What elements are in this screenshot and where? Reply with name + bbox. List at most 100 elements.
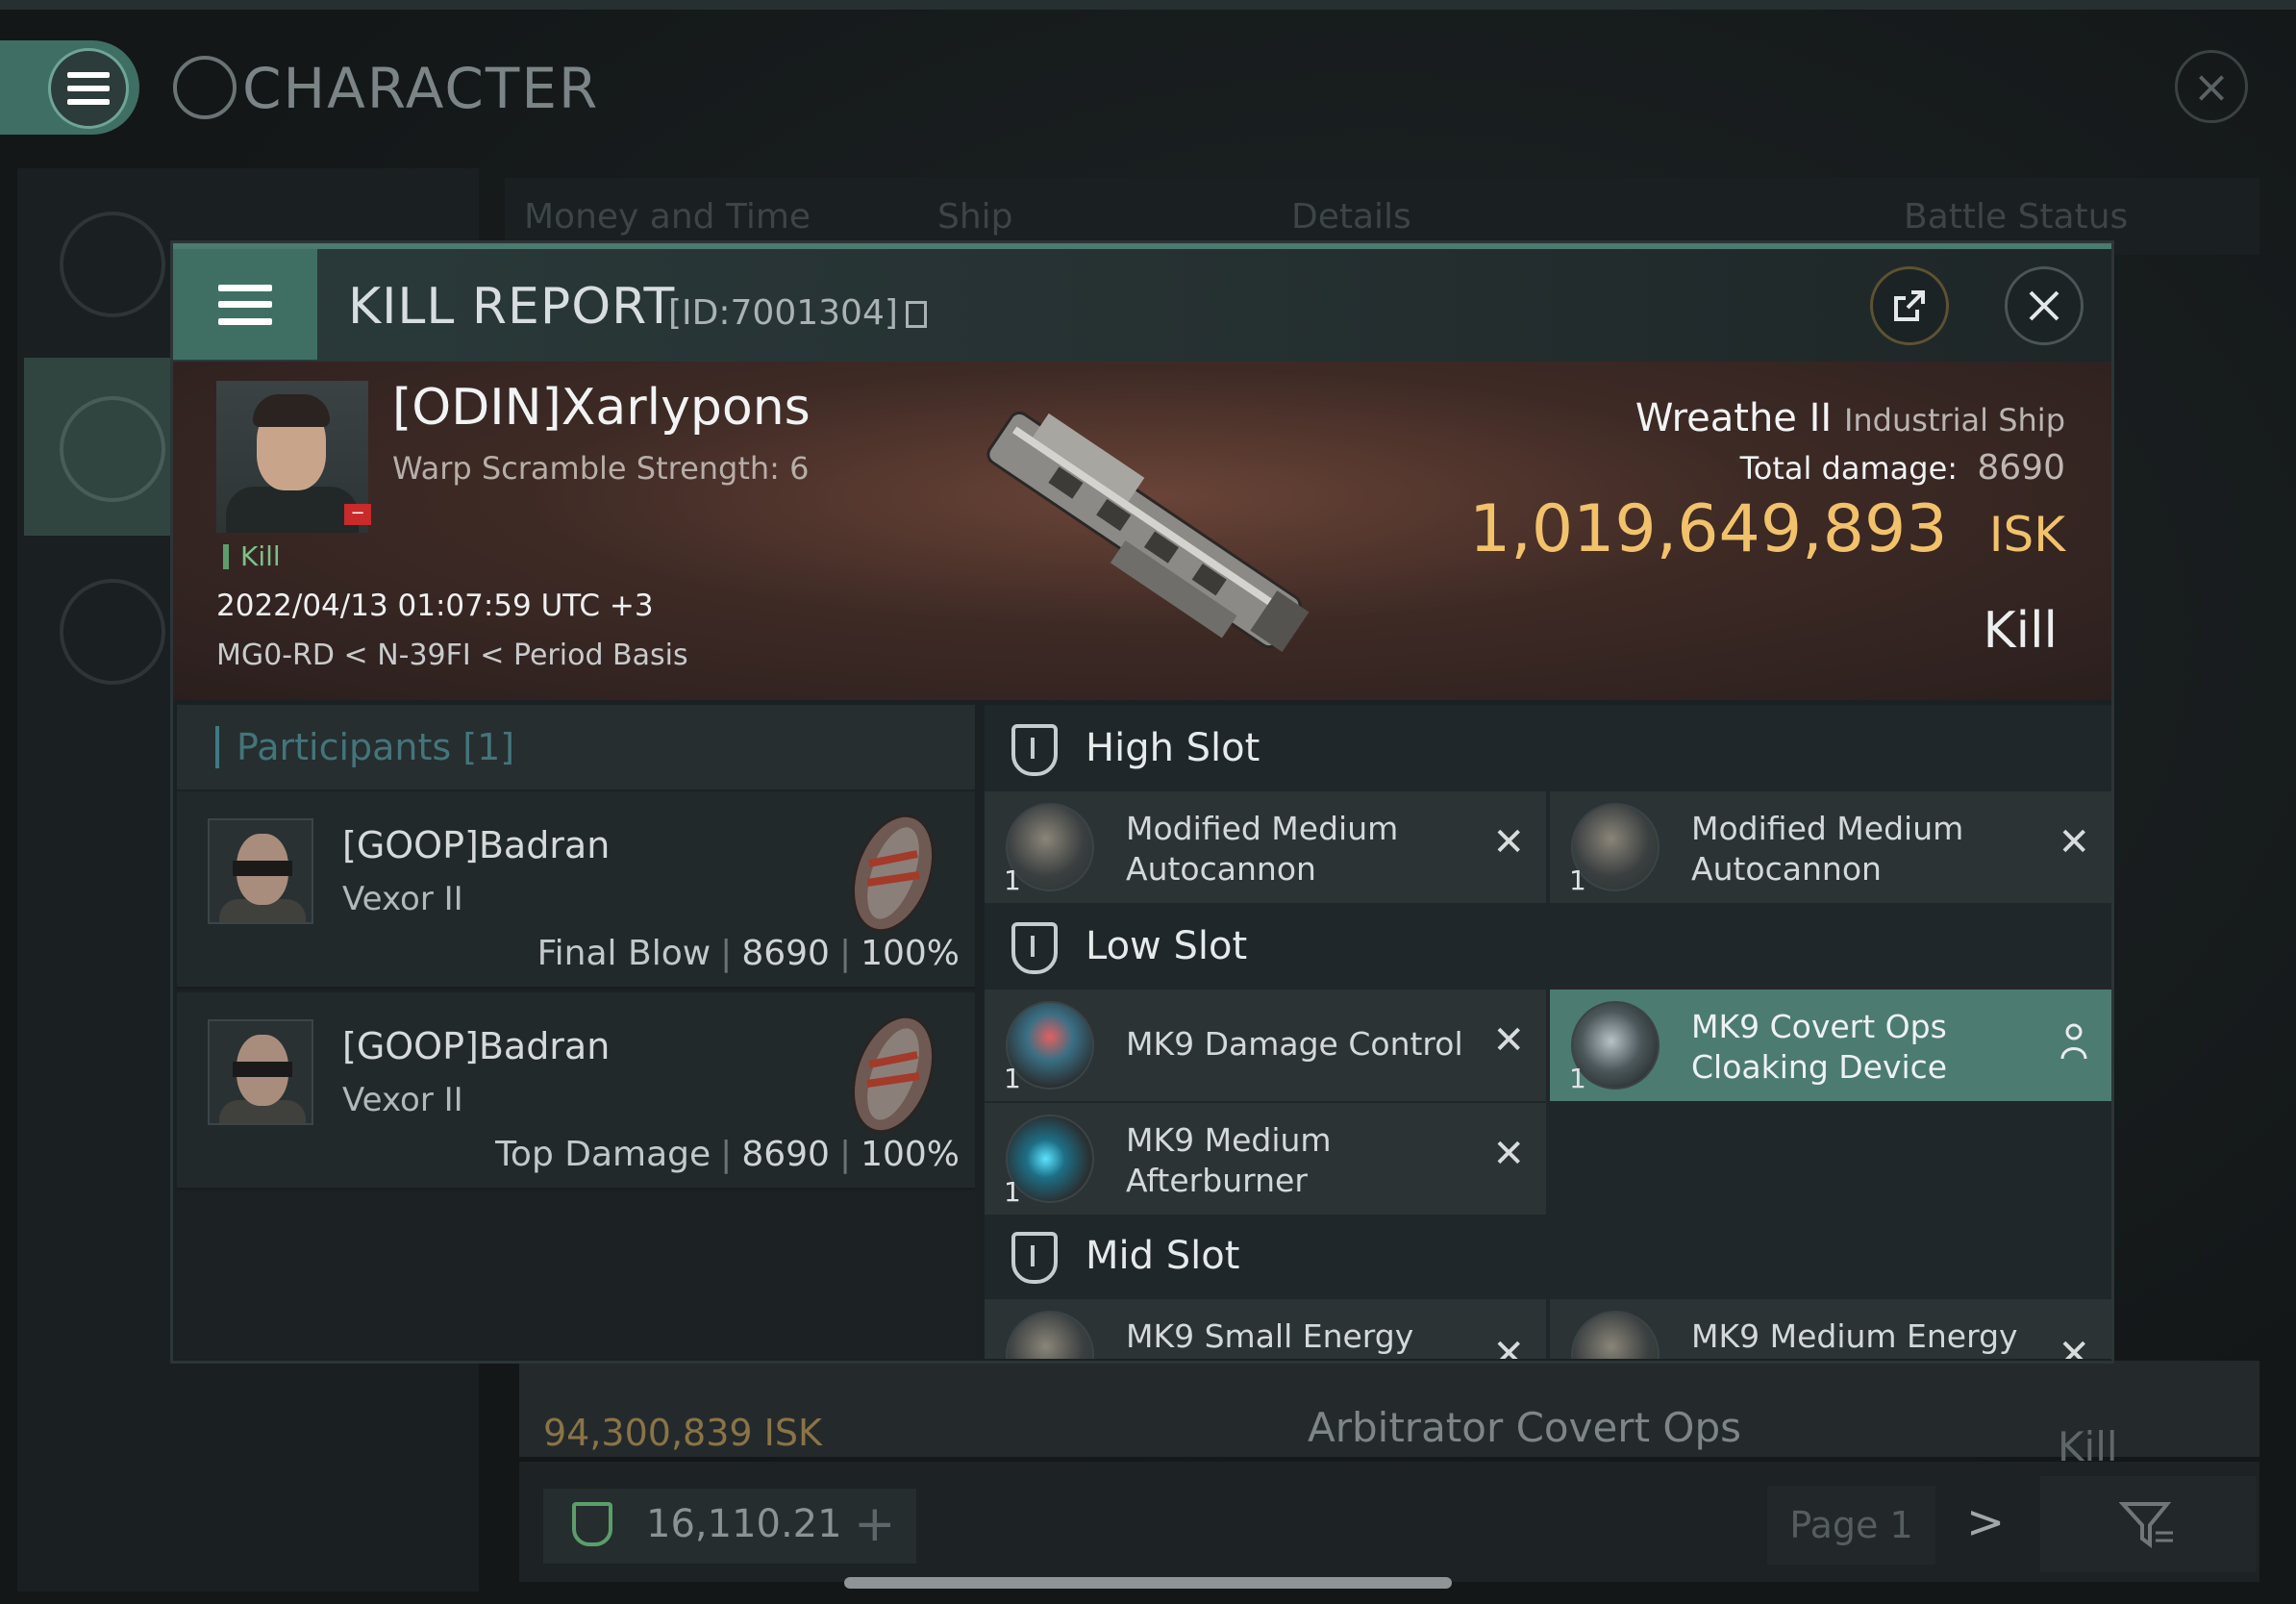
page-indicator: Page 1 xyxy=(1767,1486,1935,1565)
add-funds-button[interactable]: + xyxy=(854,1495,896,1553)
kill-report-title: KILL REPORT xyxy=(348,278,676,336)
participant-stats: Top Damage | 8690 | 100% xyxy=(495,1135,960,1174)
victim-name[interactable]: [ODIN]Xarlypons xyxy=(392,379,811,437)
high-slot-header: High Slot xyxy=(985,705,2111,791)
hamburger-icon xyxy=(67,72,110,105)
participants-header: Participants [1] xyxy=(177,705,975,789)
kill-result: Kill xyxy=(1983,602,2058,660)
tab-ship[interactable]: Ship xyxy=(937,197,1013,237)
window-close-button[interactable]: × xyxy=(2175,50,2248,123)
destroyed-icon: ✕ xyxy=(2058,1332,2090,1359)
mid-slot-icon xyxy=(1011,1232,1058,1284)
avatar[interactable] xyxy=(208,818,313,924)
fitting-slots-panel: High Slot 1 Modified Medium Autocannon ✕… xyxy=(985,705,2111,1359)
item-quantity: 1 xyxy=(1569,1063,1586,1094)
participant-ship: Vexor II xyxy=(342,880,463,918)
avatar[interactable] xyxy=(208,1019,313,1125)
top-bar xyxy=(0,0,2296,10)
item-name: MK9 Medium Energy xyxy=(1691,1317,2018,1355)
destroyed-icon: ✕ xyxy=(2058,820,2090,865)
energy-module-icon xyxy=(1571,1311,1660,1359)
total-damage: Total damage: 8690 xyxy=(1739,448,2065,488)
next-page-button[interactable]: > xyxy=(1966,1495,2005,1549)
item-name: Modified Medium Autocannon xyxy=(1126,810,1399,888)
participant-ship-icon xyxy=(851,814,936,933)
ship-name[interactable]: Wreathe II Industrial Ship xyxy=(1635,396,2065,440)
victim-banner: − [ODIN]Xarlypons Warp Scramble Strength… xyxy=(173,362,2111,700)
copy-icon[interactable] xyxy=(905,301,927,328)
kill-report-modal: KILL REPORT [ID:7001304] − [ODIN]Xarlypo… xyxy=(170,240,2114,1364)
wallet-icon xyxy=(572,1502,612,1546)
item-name: MK9 Small Energy xyxy=(1126,1317,1414,1355)
share-button[interactable] xyxy=(1870,266,1949,345)
background-row-isk: 94,300,839 ISK xyxy=(543,1412,822,1454)
dropped-person-icon xyxy=(2060,1023,2087,1060)
item-name: MK9 Damage Control xyxy=(1126,1025,1463,1063)
hamburger-icon xyxy=(218,284,272,325)
warp-scramble-strength: Warp Scramble Strength: 6 xyxy=(392,450,810,487)
participants-title: Participants [1] xyxy=(215,726,514,768)
kill-datetime: 2022/04/13 01:07:59 UTC +3 xyxy=(216,589,654,623)
tab-money-and-time[interactable]: Money and Time xyxy=(524,197,811,237)
tab-details[interactable]: Details xyxy=(1291,197,1411,237)
module-item[interactable]: 1 MK9 Damage Control ✕ xyxy=(985,990,1546,1101)
item-quantity: 1 xyxy=(1004,865,1021,896)
participants-panel: Participants [1] [GOOP]Badran Vexor II F… xyxy=(177,705,975,1359)
low-slot-title: Low Slot xyxy=(1086,924,1248,968)
app-root: CHARACTER × Money and Time Ship Details … xyxy=(0,0,2296,1604)
module-item-selected[interactable]: 1 MK9 Covert Ops Cloaking Device xyxy=(1550,990,2111,1101)
item-quantity: 1 xyxy=(1004,1063,1021,1094)
participant-name[interactable]: [GOOP]Badran xyxy=(342,1025,610,1067)
wallet-value: 16,110.21 xyxy=(646,1502,842,1546)
participant-row[interactable]: [GOOP]Badran Vexor II Top Damage | 8690 | 10… xyxy=(177,992,975,1190)
kill-tag: Kill xyxy=(223,543,281,570)
destroyed-icon: ✕ xyxy=(1492,1132,1525,1176)
share-icon xyxy=(1894,290,1925,321)
item-quantity: 1 xyxy=(1569,865,1586,896)
filter-button[interactable] xyxy=(2040,1476,2257,1572)
close-icon xyxy=(2029,290,2059,321)
destroyed-icon: ✕ xyxy=(1492,820,1525,865)
participant-ship: Vexor II xyxy=(342,1081,463,1119)
mid-slot-title: Mid Slot xyxy=(1086,1234,1240,1278)
high-slot-title: High Slot xyxy=(1086,726,1260,770)
kill-location[interactable]: MG0-RD < N-39FI < Period Basis xyxy=(216,639,688,672)
destroyed-icon: ✕ xyxy=(1492,1332,1525,1359)
close-button[interactable] xyxy=(2005,266,2084,345)
crossed-swords-icon[interactable] xyxy=(60,396,165,502)
module-item[interactable]: MK9 Medium Energy ✕ xyxy=(1550,1299,2111,1359)
item-name: MK9 Covert Ops Cloaking Device xyxy=(1691,1008,1948,1086)
main-menu-button[interactable] xyxy=(48,48,129,129)
module-item[interactable]: 1 Modified Medium Autocannon ✕ xyxy=(1550,791,2111,903)
star-icon[interactable] xyxy=(60,579,165,685)
module-item[interactable]: MK9 Small Energy ✕ xyxy=(985,1299,1546,1359)
sidebar-list-icon[interactable] xyxy=(60,212,165,317)
high-slot-icon xyxy=(1011,724,1058,776)
standing-negative-icon: − xyxy=(344,504,371,525)
low-slot-icon xyxy=(1011,922,1058,974)
destroyed-icon: ✕ xyxy=(1492,1018,1525,1063)
participant-name[interactable]: [GOOP]Badran xyxy=(342,824,610,866)
item-quantity: 1 xyxy=(1004,1176,1021,1208)
tab-battle-status[interactable]: Battle Status xyxy=(1904,197,2128,237)
item-name: MK9 Medium Afterburner xyxy=(1126,1121,1332,1199)
energy-module-icon xyxy=(1006,1311,1094,1359)
participant-stats: Final Blow | 8690 | 100% xyxy=(537,934,960,973)
participant-row[interactable]: [GOOP]Badran Vexor II Final Blow | 8690 | 10… xyxy=(177,791,975,990)
kill-report-id: [ID:7001304] xyxy=(668,293,927,333)
module-item[interactable]: 1 MK9 Medium Afterburner ✕ xyxy=(985,1103,1546,1215)
low-slot-header: Low Slot xyxy=(985,903,2111,990)
item-name: Modified Medium Autocannon xyxy=(1691,810,1964,888)
horizontal-scrollbar[interactable] xyxy=(844,1577,1452,1589)
participant-ship-icon xyxy=(851,1015,936,1134)
kill-report-header: KILL REPORT [ID:7001304] xyxy=(173,243,2111,362)
background-row-ship: Arbitrator Covert Ops xyxy=(1308,1404,1741,1451)
ship-image xyxy=(986,411,1310,652)
character-icon xyxy=(173,56,237,119)
kill-report-menu-button[interactable] xyxy=(173,249,317,360)
window-title: CHARACTER xyxy=(242,56,600,121)
filter-icon xyxy=(2119,1502,2173,1548)
module-item[interactable]: 1 Modified Medium Autocannon ✕ xyxy=(985,791,1546,903)
isk-value: 1,019,649,893 ISK xyxy=(1469,491,2065,567)
mid-slot-header: Mid Slot xyxy=(985,1213,2111,1299)
